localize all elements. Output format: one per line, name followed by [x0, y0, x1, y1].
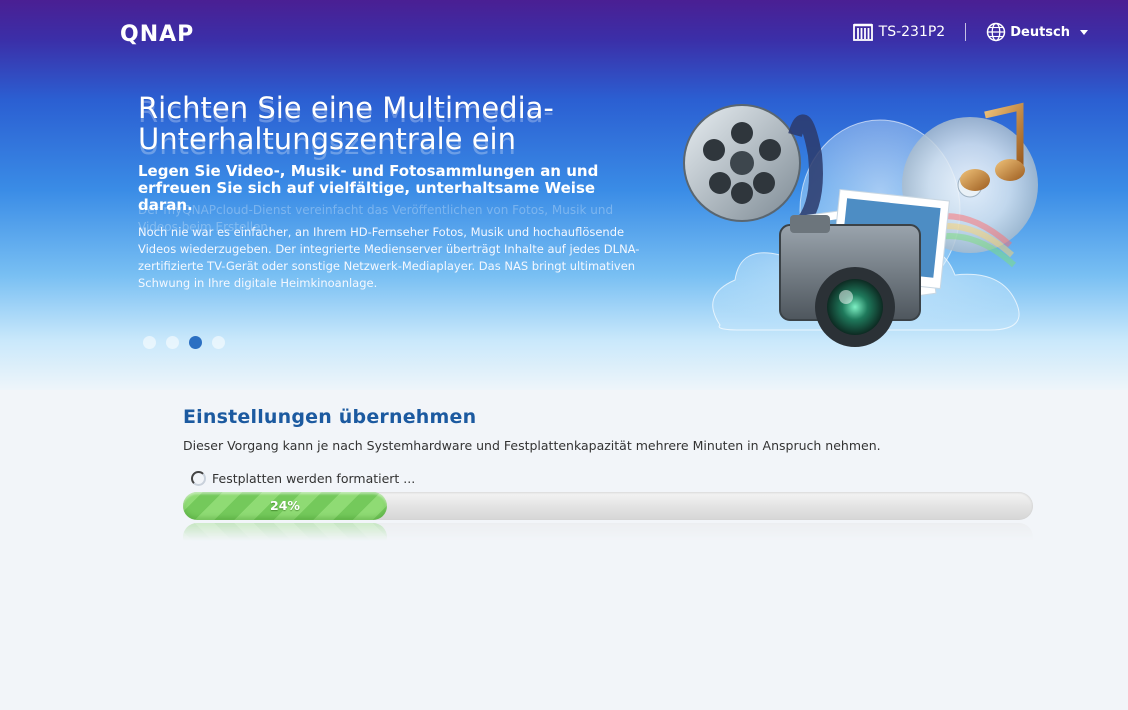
progress-status: Festplatten werden formatiert ... — [183, 471, 1033, 486]
slide-description: Noch nie war es einfacher, an Ihrem HD-F… — [138, 225, 640, 290]
device-model-label: TS-231P2 — [878, 24, 946, 40]
apply-settings-panel: Einstellungen übernehmen Dieser Vorgang … — [183, 406, 1033, 541]
chevron-down-icon — [1080, 29, 1088, 35]
carousel-dot-4[interactable] — [212, 336, 225, 349]
carousel-dot-2[interactable] — [166, 336, 179, 349]
carousel-pagination — [143, 336, 235, 349]
panel-description: Dieser Vorgang kann je nach Systemhardwa… — [183, 438, 881, 453]
panel-title: Einstellungen übernehmen — [183, 406, 477, 428]
top-bar: TS-231P2 Deutsch — [852, 19, 1088, 45]
qnap-logo: QNAP — [120, 22, 195, 47]
loading-spinner-icon — [191, 471, 206, 486]
carousel-dot-3[interactable] — [189, 336, 202, 349]
multimedia-illustration-icon — [683, 102, 1038, 347]
header-divider — [965, 23, 967, 41]
progress-status-text: Festplatten werden formatiert ... — [212, 471, 416, 486]
globe-icon — [986, 22, 1006, 42]
progress-reflection — [183, 523, 1033, 541]
language-selector[interactable]: Deutsch — [986, 22, 1088, 42]
slide-subtitle: Legen Sie Video-, Musik- und Fotosammlun… — [138, 162, 599, 214]
slide-title: Richten Sie eine Multimedia-Unterhaltung… — [138, 91, 554, 156]
nas-device-icon — [852, 23, 873, 41]
carousel-slide: Richten Sie eine Multimedia-Unterhaltung… — [138, 93, 648, 292]
progress-bar: 24% — [183, 492, 1033, 541]
hero-banner: QNAP TS-231P2 Deutsch Richten Sie eine M… — [0, 0, 1128, 390]
device-model: TS-231P2 — [852, 23, 946, 41]
carousel-dot-1[interactable] — [143, 336, 156, 349]
progress-percentage: 24% — [270, 498, 300, 513]
language-label: Deutsch — [1010, 24, 1070, 40]
